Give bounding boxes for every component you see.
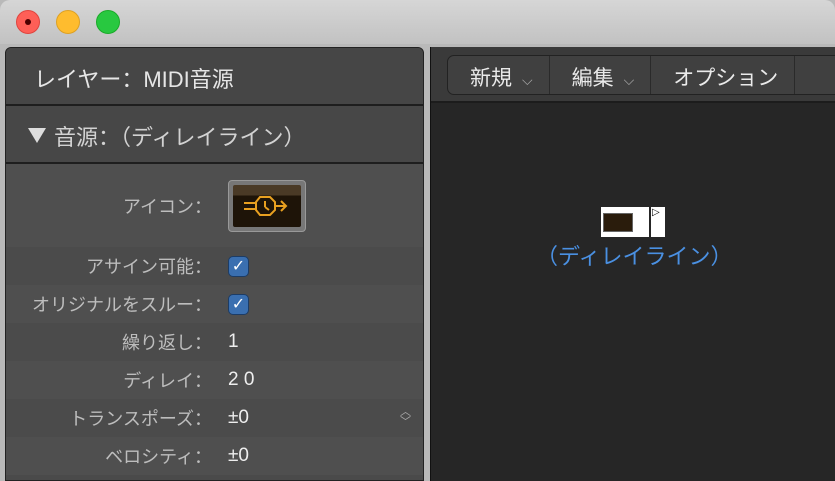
title-bar <box>0 0 835 44</box>
zoom-button[interactable] <box>96 10 120 34</box>
close-button[interactable] <box>16 10 40 34</box>
delay-line-icon <box>603 213 633 232</box>
repeat-row: 繰り返し： 1 <box>6 323 423 361</box>
object-label[interactable]: （ディレイライン） <box>536 239 732 271</box>
delay-row: ディレイ： 2 0 <box>6 361 423 399</box>
repeat-label: 繰り返し： <box>122 333 212 353</box>
transpose-row: トランスポーズ： ±0 ︿ ﹀ <box>6 399 423 437</box>
icon-row: アイコン： <box>6 164 423 247</box>
velocity-value[interactable]: ±0 <box>228 445 249 467</box>
new-menu-label: 新規 <box>470 67 512 90</box>
assignable-row: アサイン可能： ✓ <box>6 247 423 285</box>
toolbar: 新規 ⌵ 編集 ⌵ オプション <box>431 47 835 103</box>
instrument-section-header[interactable]: 音源：（ディレイライン） <box>6 106 423 164</box>
stepper-icon[interactable]: ︿ ﹀ <box>400 407 411 428</box>
icon-picker-button[interactable] <box>228 179 306 232</box>
object-icon-box <box>601 207 649 237</box>
environment-canvas-panel: 新規 ⌵ 編集 ⌵ オプション ▷ （ディレイライン） <box>430 47 835 481</box>
velocity-label: ベロシティ： <box>105 447 212 467</box>
new-menu-button[interactable]: 新規 ⌵ <box>448 56 550 94</box>
transpose-label: トランスポーズ： <box>69 409 212 429</box>
icon-label: アイコン： <box>122 196 212 217</box>
assignable-checkbox[interactable]: ✓ <box>228 255 249 277</box>
disclosure-triangle-icon[interactable] <box>28 128 46 143</box>
minimize-button[interactable] <box>56 10 80 34</box>
output-port-icon[interactable]: ▷ <box>651 207 665 237</box>
delay-line-icon <box>244 195 288 216</box>
delay-line-object[interactable]: ▷ <box>601 207 665 237</box>
chevron-down-icon: ⌵ <box>623 72 635 88</box>
delay-label: ディレイ： <box>123 371 212 391</box>
repeat-value[interactable]: 1 <box>228 331 239 353</box>
chevron-down-icon: ⌵ <box>522 72 533 88</box>
thru-original-label: オリジナルをスルー： <box>32 295 212 315</box>
thru-original-row: オリジナルをスルー： ✓ <box>6 285 423 323</box>
layer-header: レイヤー：MIDI音源 <box>6 48 423 106</box>
options-menu-label: オプション <box>673 67 779 90</box>
section-title: 音源：（ディレイライン） <box>54 125 306 150</box>
thru-original-checkbox[interactable]: ✓ <box>228 293 249 315</box>
edit-menu-button[interactable]: 編集 ⌵ <box>550 56 652 94</box>
velocity-row: ベロシティ： ±0 <box>6 437 423 475</box>
options-menu-button[interactable]: オプション <box>651 56 796 94</box>
inspector-panel: レイヤー：MIDI音源 音源：（ディレイライン） アイコン： アサイン可能： ✓… <box>5 47 424 481</box>
assignable-label: アサイン可能： <box>86 257 212 277</box>
transpose-value[interactable]: ±0 <box>228 407 249 429</box>
edit-menu-label: 編集 <box>571 67 614 90</box>
delay-value[interactable]: 2 0 <box>228 369 254 391</box>
